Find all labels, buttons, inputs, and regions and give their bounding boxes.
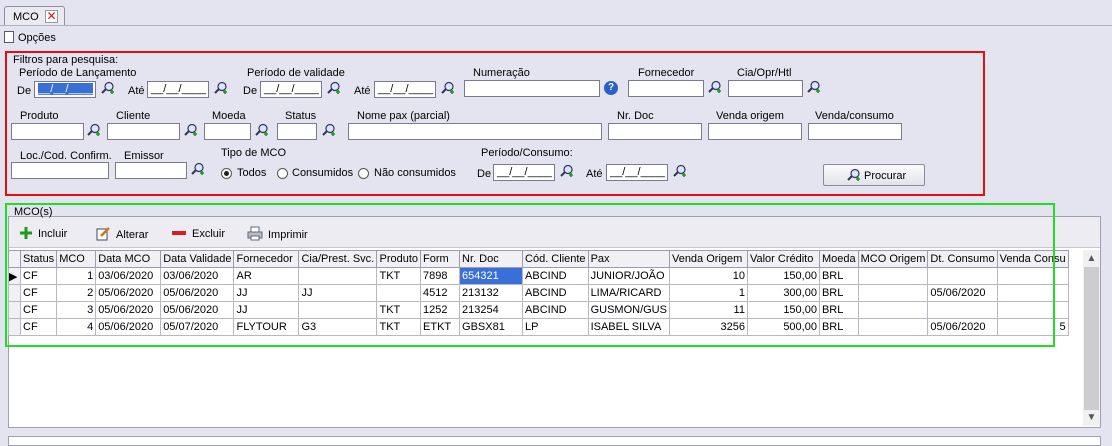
scroll-thumb[interactable] (1084, 267, 1099, 410)
fornecedor-input[interactable] (628, 80, 704, 97)
status-input[interactable] (277, 123, 317, 140)
radio-todos[interactable] (221, 168, 232, 179)
label-consumidos: Consumidos (292, 167, 354, 179)
help-icon[interactable]: ? (604, 81, 618, 95)
bottom-panel (8, 436, 1101, 446)
procurar-label: Procurar (864, 170, 907, 182)
consumo-end-input[interactable]: __/__/____ (606, 164, 668, 181)
search-icon[interactable] (86, 123, 101, 138)
label-loc: Loc./Cod. Confirm. (20, 150, 112, 162)
search-icon[interactable] (806, 80, 821, 95)
venda-consumo-input[interactable] (808, 123, 902, 140)
label-nr-doc: Nr. Doc (617, 110, 654, 122)
label-tipo-mco: Tipo de MCO (221, 147, 287, 159)
label-de-consumo: De (477, 168, 492, 180)
label-ate-lanc: Até (128, 85, 145, 97)
venda-origem-input[interactable] (708, 123, 802, 140)
search-icon[interactable] (326, 81, 341, 96)
lanc-start-input[interactable]: __/__/____ (34, 81, 96, 98)
vertical-scrollbar[interactable]: ▲ ▼ (1083, 250, 1100, 426)
label-venda-consumo: Venda/consumo (815, 110, 894, 122)
label-produto: Produto (20, 110, 59, 122)
filters-title: Filtros para pesquisa: (13, 54, 119, 66)
search-icon (847, 168, 860, 181)
emissor-input[interactable] (115, 162, 187, 179)
label-periodo-lancamento: Período de Lançamento (19, 67, 137, 79)
label-cia: Cia/Opr/Htl (737, 67, 792, 79)
chevron-up-icon[interactable]: ▲ (1083, 250, 1100, 267)
label-periodo-consumo: Período/Consumo: (481, 147, 573, 159)
val-start-input[interactable]: __/__/____ (260, 81, 322, 98)
label-numeracao: Numeração (473, 67, 530, 79)
tab-mco[interactable]: MCO ✕ (4, 6, 65, 26)
label-todos: Todos (237, 167, 267, 179)
tab-label: MCO (13, 11, 39, 23)
close-icon[interactable]: ✕ (45, 10, 58, 23)
tab-divider (0, 25, 1112, 26)
label-fornecedor: Fornecedor (638, 67, 695, 79)
numeracao-input[interactable] (464, 80, 600, 97)
label-nome-pax: Nome pax (parcial) (357, 110, 450, 122)
search-icon[interactable] (672, 164, 687, 179)
moeda-input[interactable] (204, 123, 251, 140)
label-de-lanc: De (17, 85, 32, 97)
label-nao-consumidos: Não consumidos (374, 167, 456, 179)
consumo-start-input[interactable]: __/__/____ (493, 164, 555, 181)
lanc-end-input[interactable]: __/__/____ (147, 81, 209, 98)
radio-nao-consumidos[interactable] (358, 168, 369, 179)
cliente-input[interactable] (107, 123, 180, 140)
label-ate-consumo: Até (586, 168, 603, 180)
grid-frame (5, 203, 1055, 347)
search-icon[interactable] (213, 81, 228, 96)
search-icon[interactable] (440, 81, 455, 96)
search-icon[interactable] (100, 81, 115, 96)
label-status: Status (285, 110, 317, 122)
search-icon[interactable] (707, 80, 722, 95)
search-icon[interactable] (321, 123, 336, 138)
label-de-val: De (243, 85, 258, 97)
search-icon[interactable] (183, 123, 198, 138)
val-end-input[interactable]: __/__/____ (374, 81, 436, 98)
label-moeda: Moeda (212, 110, 246, 122)
nr-doc-input[interactable] (608, 123, 702, 140)
document-icon (4, 31, 14, 43)
label-periodo-validade: Período de validade (247, 67, 345, 79)
search-icon[interactable] (254, 123, 269, 138)
lanc-start-value: __/__/____ (38, 83, 94, 95)
label-ate-val: Até (354, 85, 371, 97)
label-cliente: Cliente (116, 110, 151, 122)
nome-pax-input[interactable] (348, 123, 602, 140)
loc-input[interactable] (11, 162, 109, 179)
label-emissor: Emissor (124, 150, 164, 162)
cia-input[interactable] (728, 80, 803, 97)
produto-input[interactable] (11, 123, 84, 140)
chevron-down-icon[interactable]: ▼ (1083, 409, 1100, 426)
label-venda-origem: Venda origem (716, 110, 784, 122)
search-icon[interactable] (190, 162, 205, 177)
procurar-button[interactable]: Procurar (823, 164, 925, 186)
opcoes-label: Opções (18, 32, 56, 44)
radio-consumidos[interactable] (277, 168, 288, 179)
opcoes-menu[interactable]: Opções (4, 31, 56, 44)
search-icon[interactable] (559, 164, 574, 179)
